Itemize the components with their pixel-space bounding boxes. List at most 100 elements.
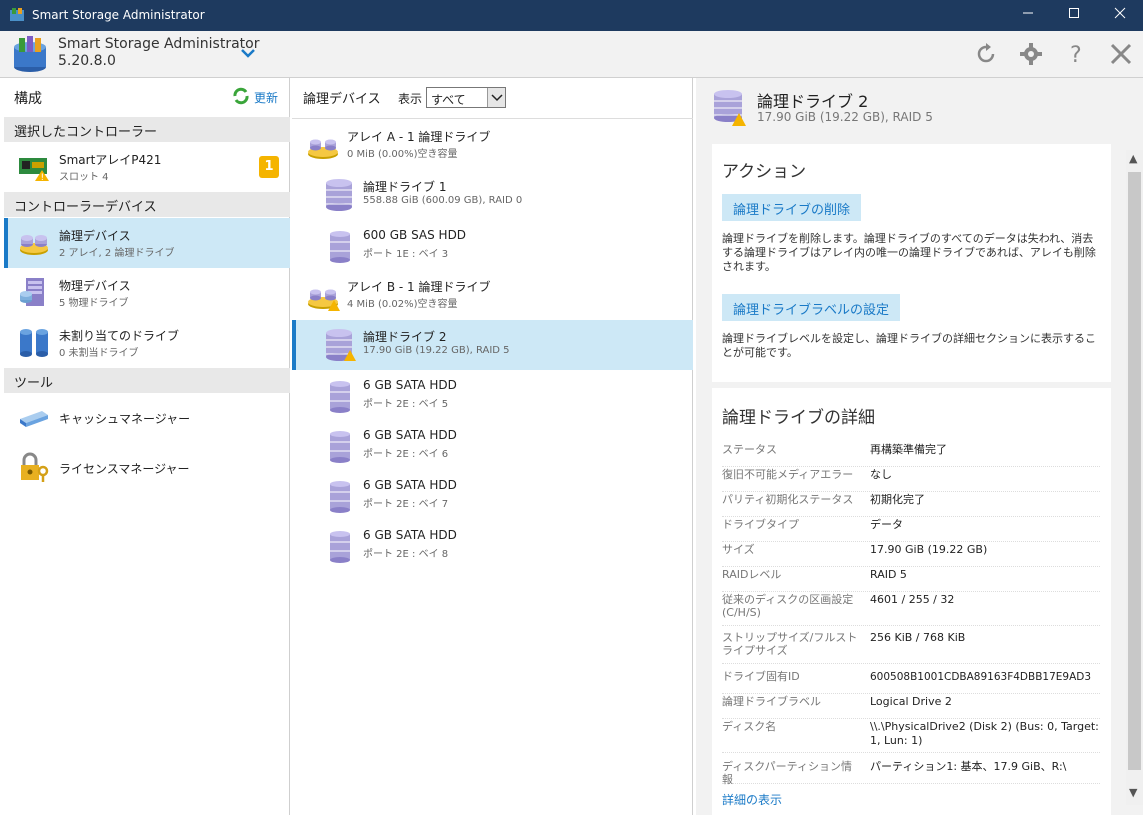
nav-license-manager[interactable]: ライセンスマネージャー — [4, 443, 290, 493]
physical-drive-sub: ポート 1E : ベイ 3 — [363, 249, 449, 260]
detail-value: 600508B1001CDBA89163F4DBB17E9AD3 — [870, 671, 1092, 683]
detail-value: 256 KiB / 768 KiB — [870, 631, 966, 644]
storage-logo-icon — [14, 36, 46, 72]
array-a-item[interactable]: アレイ A - 1 論理ドライブ 0 MiB (0.00%)空き容量 — [292, 120, 693, 170]
nav-unassigned-drives[interactable]: 未割り当てのドライブ 0 未割当ドライブ — [4, 318, 290, 368]
detail-row: ドライブ固有ID 600508B1001CDBA89163F4DBB17E9AD… — [722, 670, 1100, 694]
config-panel: 構成 更新 選択したコントローラー ! SmartアレイP421 スロット 4 … — [4, 78, 290, 815]
physical-devices-icon — [20, 278, 44, 306]
refresh-icon[interactable] — [973, 41, 999, 67]
refresh-button[interactable]: 更新 — [232, 87, 292, 107]
dropdown-arrow-icon — [487, 88, 505, 107]
close-panel-icon[interactable] — [1108, 41, 1134, 67]
filter-select[interactable]: すべて — [426, 87, 506, 108]
array-b-sub: 4 MiB (0.02%)空き容量 — [347, 299, 458, 310]
chevron-down-icon[interactable] — [238, 43, 258, 63]
detail-row: ステータス 再構築準備完了 — [722, 443, 1100, 467]
cache-manager-icon — [20, 411, 48, 427]
controller-slot: スロット 4 — [59, 172, 109, 183]
nav-logical-devices[interactable]: 論理デバイス 2 アレイ, 2 論理ドライブ — [4, 218, 290, 268]
window-title: Smart Storage Administrator — [32, 8, 205, 22]
close-window-button[interactable] — [1097, 0, 1143, 31]
detail-key: ストリップサイズ/フルストライプサイズ — [722, 631, 858, 657]
physical-drive-icon — [330, 431, 350, 463]
license-lock-icon — [21, 452, 49, 482]
alert-count-badge: 1 — [259, 156, 279, 178]
logical-devices-icon — [20, 235, 48, 255]
physical-drive-sub: ポート 2E : ベイ 8 — [363, 549, 449, 560]
detail-value: なし — [870, 468, 892, 481]
scroll-up-icon[interactable]: ▲ — [1129, 152, 1137, 165]
detail-row: 従来のディスクの区画設定 (C/H/S) 4601 / 255 / 32 — [722, 593, 1100, 626]
detail-row: サイズ 17.90 GiB (19.22 GB) — [722, 543, 1100, 567]
scrollbar-thumb[interactable] — [1128, 172, 1141, 770]
set-drive-label-button[interactable]: 論理ドライブラベルの設定 — [722, 294, 901, 321]
array-icon — [308, 139, 338, 159]
delete-logical-drive-button[interactable]: 論理ドライブの削除 — [722, 194, 862, 221]
detail-row: パリティ初期化ステータス 初期化完了 — [722, 493, 1100, 517]
unassigned-drives-icon — [20, 329, 48, 357]
array-a-title: アレイ A - 1 論理ドライブ — [347, 130, 491, 144]
config-title: 構成 — [14, 91, 42, 107]
physical-drive-item[interactable]: 6 GB SATA HDD ポート 2E : ベイ 6 — [292, 420, 693, 470]
detail-row: ストリップサイズ/フルストライプサイズ 256 KiB / 768 KiB — [722, 631, 1100, 664]
physical-drive-sub: ポート 2E : ベイ 6 — [363, 449, 449, 460]
physical-drive-item[interactable]: 6 GB SATA HDD ポート 2E : ベイ 5 — [292, 370, 693, 420]
physical-drive-item[interactable]: 6 GB SATA HDD ポート 2E : ベイ 8 — [292, 520, 693, 570]
minimize-button[interactable] — [1005, 0, 1051, 31]
logical-drive-2-title: 論理ドライブ 2 — [363, 330, 447, 344]
physical-drive-icon — [330, 231, 350, 263]
controller-name: SmartアレイP421 — [59, 153, 162, 167]
drive-details-title: 論理ドライブの詳細 — [722, 408, 875, 428]
logical-devices-title: 論理デバイス — [303, 92, 381, 107]
details-title: 論理ドライブ 2 — [757, 92, 869, 111]
set-drive-label-desc: 論理ドライブレベルを設定し、論理ドライブの詳細セクションに表示することが可能です… — [722, 332, 1096, 359]
maximize-button[interactable] — [1051, 0, 1097, 31]
detail-row: ディスク名 \\.\PhysicalDrive2 (Disk 2) (Bus: … — [722, 720, 1100, 753]
window-titlebar: Smart Storage Administrator — [0, 0, 1143, 31]
detail-value: 再構築準備完了 — [870, 443, 947, 456]
detail-value: \\.\PhysicalDrive2 (Disk 2) (Bus: 0, Tar… — [870, 720, 1099, 747]
detail-row: ドライブタイプ データ — [722, 518, 1100, 542]
physical-drive-icon — [330, 381, 350, 413]
close-icon — [1114, 7, 1126, 19]
nav-logical-devices-sub: 2 アレイ, 2 論理ドライブ — [59, 248, 175, 259]
minimize-icon — [1023, 12, 1033, 14]
controller-item[interactable]: ! SmartアレイP421 スロット 4 1 — [4, 142, 290, 192]
detail-key: RAIDレベル — [722, 568, 782, 581]
nav-cache-manager[interactable]: キャッシュマネージャー — [4, 393, 290, 443]
physical-drive-sub: ポート 2E : ベイ 5 — [363, 399, 449, 410]
detail-key: ディスク名 — [722, 720, 777, 733]
physical-drive-icon — [330, 481, 350, 513]
logical-drive-1-item[interactable]: 論理ドライブ 1 558.88 GiB (600.09 GB), RAID 0 — [292, 170, 693, 220]
detail-key: ドライブ固有ID — [722, 670, 800, 683]
array-b-item[interactable]: アレイ B - 1 論理ドライブ 4 MiB (0.02%)空き容量 — [292, 270, 693, 320]
physical-drive-item[interactable]: 6 GB SATA HDD ポート 2E : ベイ 7 — [292, 470, 693, 520]
physical-drive-title: 6 GB SATA HDD — [363, 528, 457, 542]
filter-select-value: すべて — [431, 93, 466, 107]
details-scrollbar[interactable]: ▲ ▼ — [1126, 150, 1143, 805]
delete-logical-drive-desc: 論理ドライブを削除します。論理ドライブのすべてのデータは失われ、消去する論理ドラ… — [722, 232, 1096, 273]
detail-key: ドライブタイプ — [722, 518, 799, 531]
details-panel: 論理ドライブ 2 17.90 GiB (19.22 GB), RAID 5 アク… — [696, 78, 1143, 815]
scroll-down-icon[interactable]: ▼ — [1129, 786, 1137, 799]
logical-drive-2-item[interactable]: 論理ドライブ 2 17.90 GiB (19.22 GB), RAID 5 — [292, 320, 693, 370]
filter-label: 表示 — [398, 92, 423, 106]
detail-row: 復旧不可能メディアエラー なし — [722, 468, 1100, 492]
nav-logical-devices-label: 論理デバイス — [59, 229, 131, 243]
detail-value: 4601 / 255 / 32 — [870, 593, 955, 606]
help-icon[interactable]: ? — [1063, 41, 1089, 67]
array-b-title: アレイ B - 1 論理ドライブ — [347, 280, 491, 294]
section-controller-devices: コントローラーデバイス — [4, 192, 290, 217]
logical-drive-warning-icon — [326, 329, 356, 361]
section-selected-controller: 選択したコントローラー — [4, 117, 290, 142]
nav-physical-devices[interactable]: 物理デバイス 5 物理ドライブ — [4, 268, 290, 318]
header-divider — [292, 118, 693, 119]
detail-row: RAIDレベル RAID 5 — [722, 568, 1100, 592]
detail-value: Logical Drive 2 — [870, 695, 952, 708]
show-details-link[interactable]: 詳細の表示 — [722, 791, 782, 808]
gear-icon[interactable] — [1018, 41, 1044, 67]
nav-physical-devices-label: 物理デバイス — [59, 279, 131, 293]
physical-drive-item[interactable]: 600 GB SAS HDD ポート 1E : ベイ 3 — [292, 220, 693, 270]
maximize-icon — [1069, 8, 1079, 18]
